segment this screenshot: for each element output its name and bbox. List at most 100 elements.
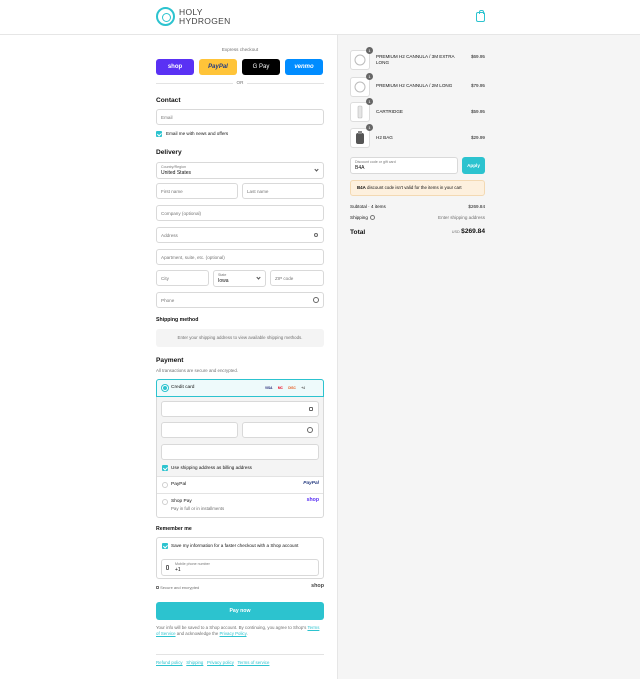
mobile-phone-field[interactable]: Mobile phone number +1	[161, 559, 319, 576]
currency-code: USD	[451, 230, 460, 234]
help-icon[interactable]	[313, 297, 319, 303]
email-field[interactable]: Email	[156, 109, 324, 125]
paypal-radio[interactable]	[162, 482, 168, 488]
order-summary: 1 PREMIUM H2 CANNULA / 3M EXTRA LONG $69…	[337, 35, 640, 679]
save-info-label: Save my information for a faster checkou…	[171, 543, 299, 548]
cartridge-icon	[357, 105, 363, 119]
divider	[157, 476, 323, 477]
first-name-field[interactable]: First name	[156, 183, 238, 199]
help-icon[interactable]	[307, 427, 313, 433]
info-icon[interactable]	[370, 215, 376, 221]
phone-field[interactable]: Phone	[156, 292, 324, 308]
remember-me-heading: Remember me	[156, 526, 192, 532]
credit-card-radio[interactable]	[162, 385, 168, 391]
shipping-label: Shipping	[350, 215, 368, 220]
discount-code-input[interactable]: Discount code or gift card B4A	[350, 157, 458, 174]
save-info-checkbox[interactable]	[162, 543, 168, 549]
venmo-express-button[interactable]: venmo	[285, 59, 323, 75]
visa-logo: VISA	[265, 386, 273, 390]
newsletter-checkbox[interactable]	[156, 131, 162, 137]
privacy-policy-footer-link[interactable]: Privacy policy	[207, 660, 234, 665]
cannula-icon	[354, 81, 366, 93]
shipping-row-label: Shipping	[350, 215, 376, 221]
name-on-card-field[interactable]	[161, 444, 319, 460]
privacy-policy-link[interactable]: Privacy Policy	[220, 631, 247, 636]
contact-heading: Contact	[156, 97, 181, 104]
google-pay-express-button[interactable]: G Pay	[242, 59, 280, 75]
company-field[interactable]: Company (optional)	[156, 205, 324, 221]
item-name: PREMIUM H2 CANNULA / 2M LONG	[376, 83, 453, 88]
logo-line-2: HYDROGEN	[179, 15, 231, 26]
item-price: $69.95	[470, 54, 485, 59]
zip-field[interactable]: ZIP code	[270, 270, 324, 286]
billing-address-label: Use shipping address as billing address	[171, 465, 252, 470]
state-select[interactable]: State Iowa	[213, 270, 266, 287]
first-name-placeholder: First name	[161, 188, 183, 194]
mobile-value: +1	[175, 567, 181, 573]
secure-text: Secure and encrypted	[160, 585, 200, 590]
legal-text: Your info will be saved to a Shop accoun…	[156, 625, 324, 637]
newsletter-label: Email me with news and offers	[166, 131, 229, 136]
brand-logo[interactable]: HOLY HYDROGEN	[156, 7, 231, 26]
paypal-express-button[interactable]: PayPal	[199, 59, 237, 75]
billing-address-checkbox[interactable]	[162, 465, 168, 471]
shipping-method-note: Enter your shipping address to view avai…	[156, 329, 324, 347]
apply-discount-button[interactable]: Apply	[462, 157, 485, 174]
city-field[interactable]: City	[156, 270, 209, 286]
item-thumbnail	[350, 102, 370, 122]
logo-mark-icon	[156, 7, 175, 26]
legal-period: .	[246, 631, 248, 636]
address-field[interactable]: Address	[156, 227, 324, 243]
total-value: $269.84	[461, 228, 485, 235]
shop-pay-sublabel: Pay in full or in installments	[171, 506, 225, 511]
refund-policy-link[interactable]: Refund policy	[156, 660, 183, 665]
item-price: $79.95	[470, 83, 485, 88]
shopping-bag-icon[interactable]	[476, 10, 485, 22]
header: HOLY HYDROGEN	[0, 0, 640, 35]
chevron-down-icon	[314, 167, 319, 172]
discover-logo: DISC	[288, 386, 296, 390]
shop-pay-logo: shop	[306, 497, 319, 503]
security-code-field[interactable]	[242, 422, 319, 438]
payment-subtitle: All transactions are secure and encrypte…	[156, 368, 239, 373]
footer-links: Refund policy Shipping Privacy policy Te…	[156, 660, 269, 665]
lock-icon	[156, 586, 159, 590]
item-price: $59.95	[470, 109, 485, 114]
last-name-field[interactable]: Last name	[242, 183, 324, 199]
total-label: Total	[350, 229, 366, 236]
state-value: Iowa	[218, 278, 229, 284]
payment-heading: Payment	[156, 357, 184, 364]
company-placeholder: Company (optional)	[161, 210, 202, 216]
shipping-link[interactable]: Shipping	[186, 660, 203, 665]
legal-text-2: and acknowledge the	[176, 631, 219, 636]
expiration-field[interactable]	[161, 422, 238, 438]
mobile-phone-icon	[166, 565, 169, 570]
h2-bag-icon	[356, 131, 364, 144]
lock-icon	[309, 407, 313, 411]
card-number-field[interactable]	[161, 401, 319, 417]
mastercard-logo: MC	[277, 386, 283, 390]
shop-pay-express-button[interactable]: shop	[156, 59, 194, 75]
country-label: Country/Region	[161, 165, 186, 169]
pay-now-button[interactable]: Pay now	[156, 602, 324, 620]
last-name-placeholder: Last name	[247, 188, 269, 194]
address-placeholder: Address	[161, 232, 178, 238]
shipping-value: Enter shipping address	[438, 215, 485, 220]
error-code: B4A	[357, 185, 366, 190]
card-brand-logos: VISA MC DISC +4	[262, 385, 306, 391]
item-quantity-badge: 1	[366, 98, 373, 105]
item-quantity-badge: 1	[366, 47, 373, 54]
mobile-label: Mobile phone number	[175, 562, 210, 566]
item-price: $29.99	[470, 135, 485, 140]
shop-logo: shop	[311, 583, 324, 589]
credit-card-label: Credit card	[171, 385, 195, 390]
item-thumbnail	[350, 77, 370, 97]
shop-pay-radio[interactable]	[162, 499, 168, 505]
country-value: United States	[161, 170, 192, 176]
or-label: OR	[233, 80, 247, 85]
item-name: H2 BAG	[376, 135, 393, 140]
country-select[interactable]: Country/Region United States	[156, 162, 324, 179]
legal-text-1: Your info will be saved to a Shop accoun…	[156, 625, 307, 630]
terms-of-service-footer-link[interactable]: Terms of service	[237, 660, 269, 665]
apartment-field[interactable]: Apartment, suite, etc. (optional)	[156, 249, 324, 265]
